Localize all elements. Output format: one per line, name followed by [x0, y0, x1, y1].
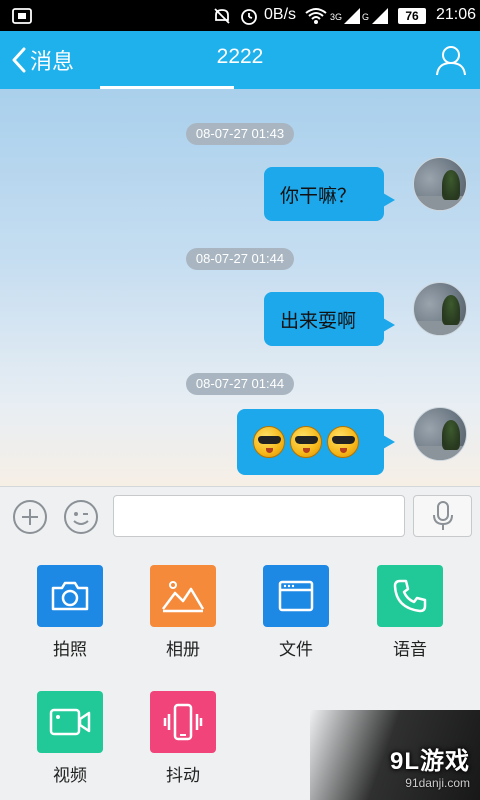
chat-area[interactable]: 08-07-27 01:43 你干嘛？ 08-07-27 01:44 出来耍啊 … [0, 89, 480, 486]
microphone-icon [432, 501, 453, 530]
cool-face-emoji [327, 426, 359, 458]
network-speed: 0B/s [264, 6, 297, 23]
emoji-button[interactable] [64, 500, 98, 534]
avatar[interactable] [413, 282, 467, 336]
wifi-icon [305, 0, 327, 31]
cool-face-emoji [290, 426, 322, 458]
tool-label: 抖动 [166, 766, 200, 786]
avatar[interactable] [413, 407, 467, 461]
signal-3g-label: 3G [330, 12, 343, 22]
chat-title: 2222 [216, 45, 264, 68]
message-bubble[interactable]: 出来耍啊 [264, 292, 395, 346]
camera-icon [37, 565, 103, 627]
battery-level: 76 [398, 7, 426, 24]
tool-camera[interactable]: 拍照 [25, 565, 115, 660]
message-text: 出来耍啊 [280, 309, 357, 332]
notification-off-icon [212, 0, 232, 31]
tool-label: 语音 [393, 640, 427, 660]
alarm-icon [238, 0, 260, 31]
status-bar: 0B/s 3G G 76 21:06 [0, 0, 480, 31]
plus-icon [22, 509, 38, 525]
signal-icon [372, 0, 388, 31]
tool-file[interactable]: 文件 [251, 565, 341, 660]
cool-face-emoji [253, 426, 285, 458]
message-text: 你干嘛？ [280, 184, 357, 207]
message-bubble[interactable]: 你干嘛？ [264, 167, 395, 221]
avatar[interactable] [413, 157, 467, 211]
person-icon [436, 46, 466, 76]
clock: 21:06 [436, 6, 477, 23]
shake-phone-icon [150, 691, 216, 753]
tool-label: 文件 [279, 640, 313, 660]
watermark: 9L游戏 91danji.com [390, 741, 470, 790]
smiley-icon [73, 512, 89, 525]
tools-panel: 拍照 相册 文件 语音 视频 抖动 9L游戏 91danji.com [0, 546, 480, 800]
watermark-brand: 9L游戏 [389, 748, 470, 775]
video-camera-icon [37, 691, 103, 753]
emoji-message-bubble[interactable] [237, 409, 395, 475]
tool-album[interactable]: 相册 [138, 565, 228, 660]
voice-button[interactable] [413, 495, 472, 537]
file-icon [263, 565, 329, 627]
message-input[interactable] [113, 495, 405, 537]
tool-shake[interactable]: 抖动 [138, 691, 228, 786]
battery-icon: 76 [398, 0, 426, 31]
timestamp: 08-07-27 01:44 [186, 248, 294, 270]
phone-icon [377, 565, 443, 627]
photo-album-icon [150, 565, 216, 627]
timestamp: 08-07-27 01:43 [186, 123, 294, 145]
tool-label: 拍照 [53, 640, 87, 660]
profile-button[interactable] [434, 43, 468, 77]
signal-g-label: G [362, 12, 370, 22]
tool-label: 相册 [166, 640, 200, 660]
plus-button[interactable] [13, 500, 47, 534]
chat-header: 消息 2222 [0, 31, 480, 89]
screenshot-icon [12, 0, 32, 31]
tool-video[interactable]: 视频 [25, 691, 115, 786]
signal-icon [344, 0, 360, 31]
tool-label: 视频 [53, 766, 87, 786]
timestamp: 08-07-27 01:44 [186, 373, 294, 395]
input-bar [0, 486, 480, 546]
tool-voice[interactable]: 语音 [365, 565, 455, 660]
watermark-site: 91danji.com [405, 776, 470, 790]
